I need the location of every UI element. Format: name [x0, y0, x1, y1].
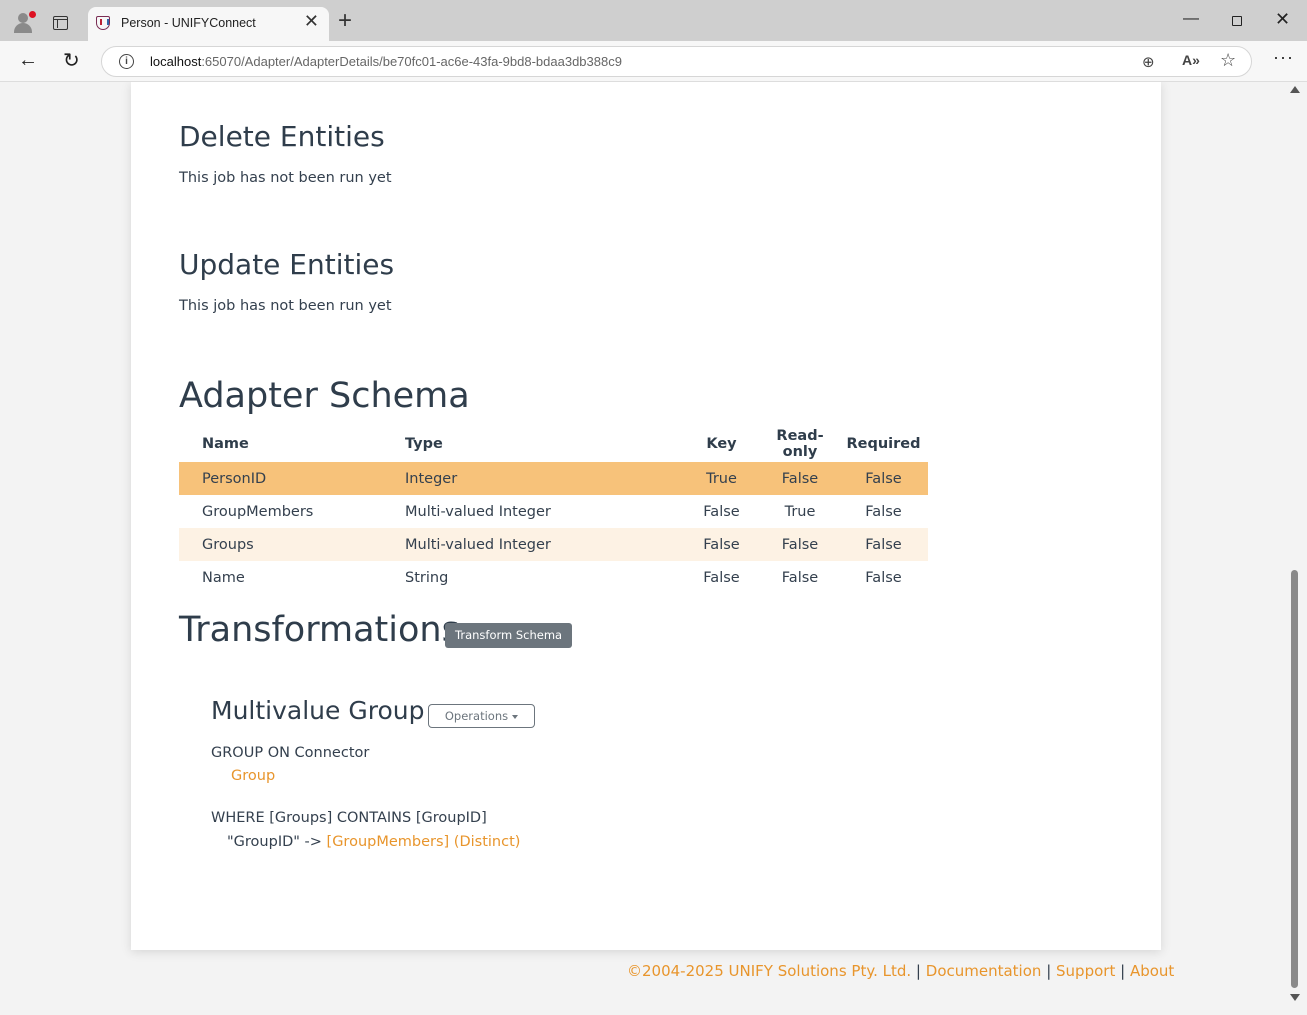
cell-name: PersonID — [179, 462, 382, 495]
table-row[interactable]: Name String False False False — [179, 561, 928, 594]
cell-name: GroupMembers — [202, 503, 314, 520]
delete-entities-status: This job has not been run yet — [179, 170, 392, 186]
unify-favicon-icon — [96, 16, 110, 30]
cell-key: False — [682, 528, 761, 561]
table-header-row: Name Type Key Read-only Required — [179, 426, 928, 462]
vertical-scrollbar[interactable] — [1287, 82, 1303, 1011]
window-close-icon[interactable]: ✕ — [1275, 9, 1290, 30]
footer-separator: | — [915, 962, 921, 980]
where-clause: WHERE [Groups] CONTAINS [GroupID] — [211, 810, 487, 826]
copyright-link[interactable]: ©2004-2025 UNIFY Solutions Pty. Ltd. — [627, 962, 911, 980]
cell-key: False — [703, 503, 740, 520]
adapter-schema-table: Name Type Key Read-only Required PersonI… — [179, 426, 928, 594]
url-input[interactable]: i localhost:65070/Adapter/AdapterDetails… — [101, 46, 1252, 77]
browser-address-bar: ← ↻ i localhost:65070/Adapter/AdapterDet… — [0, 41, 1307, 82]
zoom-icon[interactable]: ⊕ — [1142, 53, 1155, 71]
cell-required: False — [839, 462, 928, 495]
cell-required: False — [865, 503, 902, 520]
column-header-required: Required — [846, 436, 921, 452]
cell-required: False — [865, 569, 902, 586]
cell-key: True — [682, 462, 761, 495]
profile-avatar-icon[interactable] — [12, 11, 36, 33]
scroll-down-arrow-icon[interactable] — [1290, 994, 1300, 1001]
cell-readonly: False — [761, 528, 839, 561]
caret-down-icon — [512, 714, 519, 719]
read-aloud-icon[interactable]: A» — [1182, 52, 1200, 68]
group-link[interactable]: Group — [231, 768, 275, 784]
page-footer: ©2004-2025 UNIFY Solutions Pty. Ltd. | D… — [627, 962, 1174, 980]
transform-schema-button[interactable]: Transform Schema — [445, 623, 573, 648]
cell-name: Name — [202, 569, 245, 586]
scroll-thumb[interactable] — [1291, 570, 1298, 988]
back-arrow-icon[interactable]: ← — [18, 49, 38, 72]
transformations-title: Transformations — [179, 610, 460, 650]
cell-type: String — [405, 569, 449, 586]
content-card: Delete Entities This job has not been ru… — [131, 82, 1161, 950]
url-text[interactable]: localhost:65070/Adapter/AdapterDetails/b… — [150, 54, 622, 69]
maximize-icon[interactable] — [1232, 16, 1242, 26]
tab-actions-icon[interactable] — [53, 16, 68, 30]
site-info-icon[interactable]: i — [119, 54, 134, 69]
column-header-key: Key — [706, 436, 737, 452]
mapping-target-link[interactable]: [GroupMembers] (Distinct) — [327, 834, 521, 850]
update-entities-status: This job has not been run yet — [179, 298, 392, 314]
support-link[interactable]: Support — [1056, 962, 1115, 980]
cell-name: Groups — [179, 528, 382, 561]
cell-key: False — [703, 569, 740, 586]
column-header-readonly: Read-only — [776, 428, 824, 460]
cell-readonly: False — [781, 569, 819, 586]
browser-tab-bar: Person - UNIFYConnect ✕ + — ✕ — [0, 0, 1307, 41]
cell-readonly: True — [784, 503, 816, 520]
cell-type: Integer — [382, 462, 682, 495]
table-row[interactable]: Groups Multi-valued Integer False False … — [179, 528, 928, 561]
update-entities-title: Update Entities — [179, 248, 395, 281]
table-row[interactable]: PersonID Integer True False False — [179, 462, 928, 495]
footer-separator: | — [1120, 962, 1126, 980]
documentation-link[interactable]: Documentation — [926, 962, 1042, 980]
mapping-line: "GroupID" -> [GroupMembers] (Distinct) — [227, 834, 520, 850]
column-header-name: Name — [202, 436, 249, 452]
cell-required: False — [839, 528, 928, 561]
reload-icon[interactable]: ↻ — [63, 48, 80, 73]
about-link[interactable]: About — [1130, 962, 1174, 980]
operations-label: Operations — [444, 709, 509, 723]
mapping-source: "GroupID" -> — [227, 834, 322, 850]
table-row[interactable]: GroupMembers Multi-valued Integer False … — [179, 495, 928, 528]
adapter-schema-title: Adapter Schema — [179, 376, 470, 416]
close-tab-icon[interactable]: ✕ — [304, 12, 319, 30]
minimize-icon[interactable]: — — [1183, 10, 1199, 28]
new-tab-icon[interactable]: + — [338, 9, 352, 33]
tab-title: Person - UNIFYConnect — [121, 16, 256, 30]
column-header-type: Type — [405, 436, 443, 452]
multivalue-group-title: Multivalue Group — [211, 696, 425, 725]
cell-readonly: False — [761, 462, 839, 495]
delete-entities-title: Delete Entities — [179, 120, 385, 153]
footer-separator: | — [1046, 962, 1052, 980]
cell-type: Multi-valued Integer — [405, 503, 551, 520]
operations-dropdown-button[interactable]: Operations — [428, 704, 535, 728]
scroll-up-arrow-icon[interactable] — [1290, 86, 1300, 93]
more-menu-icon[interactable]: ··· — [1273, 47, 1294, 68]
browser-tab[interactable]: Person - UNIFYConnect ✕ — [88, 7, 329, 41]
group-on-text: GROUP ON Connector — [211, 745, 370, 761]
page-viewport: Delete Entities This job has not been ru… — [4, 82, 1287, 1011]
cell-type: Multi-valued Integer — [382, 528, 682, 561]
favorite-star-icon[interactable]: ☆ — [1220, 50, 1236, 71]
